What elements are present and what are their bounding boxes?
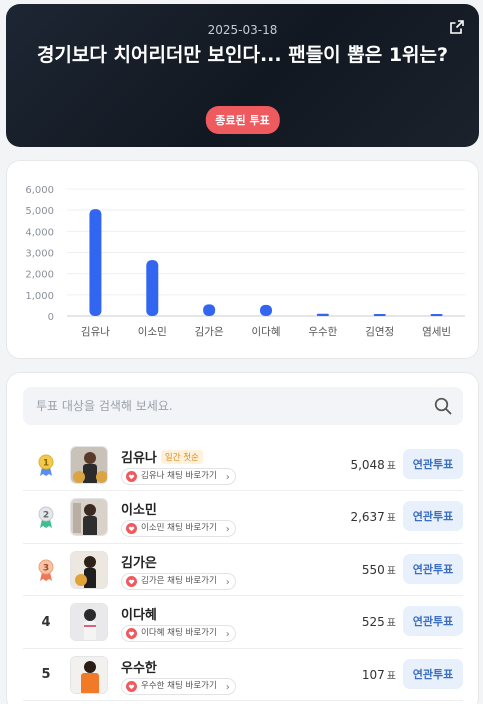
rank-cell: 2: [33, 491, 59, 543]
search-box: [23, 387, 463, 425]
candidate-name[interactable]: 김가은: [121, 552, 157, 571]
vote-count: 5,048 표: [350, 458, 396, 472]
list-item: 3 김가은 김가은 채팅 바로가기 › 550 표 연관투표: [23, 544, 463, 597]
avatar[interactable]: [70, 498, 108, 537]
related-poll-button[interactable]: 연관투표: [403, 501, 463, 532]
candidate-name[interactable]: 이다혜: [121, 604, 157, 623]
avatar[interactable]: [70, 655, 108, 694]
vote-count: 2,637 표: [350, 510, 396, 525]
poll-hero-banner: 2025-03-18 경기보다 치어리더만 보인다... 팬들이 뽑은 1위는?…: [6, 4, 479, 147]
vote-results-chart: 6,000 5,000 4,000 3,000 2,000 1,000 0 김유나 이소민 김가은…: [6, 160, 479, 359]
related-poll-button[interactable]: 연관투표: [403, 553, 463, 584]
heart-chat-icon: [126, 575, 137, 587]
vote-count: 107 표: [361, 667, 396, 682]
chat-link-label: 김가은 채팅 바로가기: [141, 575, 217, 586]
y-tick-label: 0: [48, 312, 54, 323]
candidate-name[interactable]: 우수한: [121, 657, 157, 676]
heart-chat-icon: [126, 680, 137, 692]
page: 2025-03-18 경기보다 치어리더만 보인다... 팬들이 뽑은 1위는?…: [0, 0, 483, 704]
ranking-list: 1 김유나 일간 첫순 김유나 채팅 바로가기 › 5,048 표 연관투표 2…: [23, 439, 463, 701]
poll-date: 2025-03-18: [207, 23, 278, 37]
candidate-name[interactable]: 이소민: [121, 499, 157, 518]
svg-text:3: 3: [43, 563, 49, 573]
chat-link-label: 김유나 채팅 바로가기: [141, 471, 217, 481]
share-icon[interactable]: [449, 19, 465, 35]
x-tick-label: 김연정: [365, 326, 394, 338]
list-item: 2 이소민 이소민 채팅 바로가기 › 2,637 표 연관투표: [23, 491, 463, 544]
rank-number: 5: [41, 667, 51, 683]
search-input[interactable]: [23, 387, 463, 425]
x-tick-label: 김유나: [81, 326, 110, 338]
rank-cell: 1: [33, 439, 59, 491]
list-item: 5 우수한 우수한 채팅 바로가기 › 107 표 연관투표: [23, 649, 463, 701]
svg-text:1: 1: [43, 459, 49, 469]
x-tick-label: 이소민: [138, 326, 167, 338]
avatar[interactable]: [70, 446, 108, 484]
bar-이소민: [146, 260, 159, 316]
chevron-right-icon: ›: [225, 524, 230, 536]
bar-chart: 6,000 5,000 4,000 3,000 2,000 1,000 0 김유나 이소민 김가은…: [25, 185, 465, 338]
candidate-list-card: 1 김유나일간 첫순 김유나 채팅 바로가기 ›: [6, 372, 479, 704]
silver-medal-icon: 2: [38, 506, 54, 529]
y-tick-label: 2,000: [25, 270, 54, 281]
list-item: 1 김유나 일간 첫순 김유나 채팅 바로가기 › 5,048 표 연관투표: [23, 439, 463, 492]
chat-link-label: 이다혜 채팅 바로가기: [141, 628, 217, 639]
bar-김연정: [373, 314, 386, 316]
y-tick-label: 1,000: [25, 291, 54, 302]
status-badge: 종료된 투표: [205, 106, 280, 134]
rank-tag-badge: 일간 첫순: [160, 450, 203, 464]
bar-염세빈: [430, 314, 443, 316]
bar-김가은: [203, 304, 216, 316]
chat-shortcut-link[interactable]: 김유나 채팅 바로가기 ›: [121, 468, 236, 485]
search-icon[interactable]: [434, 397, 452, 415]
y-tick-label: 5,000: [25, 206, 54, 217]
bar-우수한: [316, 313, 329, 316]
x-tick-label: 이다혜: [252, 326, 281, 338]
related-poll-button[interactable]: 연관투표: [403, 606, 463, 637]
y-tick-label: 6,000: [25, 185, 54, 196]
chevron-right-icon: ›: [225, 681, 230, 693]
heart-chat-icon: [126, 628, 137, 640]
y-tick-label: 4,000: [25, 227, 54, 238]
chat-shortcut-link[interactable]: 이소민 채팅 바로가기 ›: [121, 520, 236, 538]
chevron-right-icon: ›: [225, 472, 230, 483]
gold-medal-icon: 1: [38, 454, 54, 476]
heart-chat-icon: [126, 523, 137, 535]
chat-link-label: 우수한 채팅 바로가기: [141, 680, 217, 691]
chat-shortcut-link[interactable]: 김가은 채팅 바로가기 ›: [121, 572, 236, 590]
bronze-medal-icon: 3: [38, 559, 54, 581]
x-tick-label: 염세빈: [422, 326, 451, 338]
avatar[interactable]: [70, 603, 108, 642]
x-tick-label: 우수한: [308, 326, 337, 338]
avatar[interactable]: [70, 550, 108, 589]
chevron-right-icon: ›: [225, 629, 230, 641]
y-tick-label: 3,000: [25, 249, 54, 260]
list-item: 4 이다혜 이다혜 채팅 바로가기 › 525 표 연관투표: [23, 596, 463, 649]
chat-shortcut-link[interactable]: 우수한 채팅 바로가기 ›: [121, 677, 236, 695]
vote-count: 525 표: [361, 615, 396, 630]
heart-chat-icon: [126, 471, 137, 482]
related-poll-button[interactable]: 연관투표: [403, 658, 463, 689]
bar-이다혜: [260, 304, 272, 316]
related-poll-button[interactable]: 연관투표: [403, 449, 463, 479]
rank-cell: 3: [33, 544, 59, 596]
candidate-name[interactable]: 김유나 일간 첫순: [121, 447, 203, 466]
bar-김유나: [89, 209, 102, 316]
chat-link-label: 이소민 채팅 바로가기: [141, 523, 217, 534]
rank-number: 4: [41, 614, 51, 630]
vote-count: 550 표: [361, 562, 396, 577]
svg-text:2: 2: [43, 511, 49, 521]
chevron-right-icon: ›: [225, 576, 230, 588]
poll-title: 경기보다 치어리더만 보인다... 팬들이 뽑은 1위는?: [36, 44, 449, 66]
chat-shortcut-link[interactable]: 이다혜 채팅 바로가기 ›: [121, 625, 236, 643]
x-tick-label: 김가은: [195, 326, 224, 338]
